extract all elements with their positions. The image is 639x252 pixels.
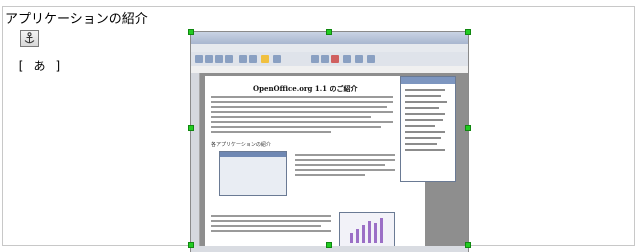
resize-handle-middle-left[interactable] — [188, 125, 194, 131]
screenshot-thumbnail-chart — [339, 212, 395, 248]
section-heading: アプリケーションの紹介 — [5, 12, 148, 27]
embedded-screenshot-image[interactable]: OpenOffice.org 1.1 のご紹介 各アプリケーションの紹介 — [191, 32, 468, 252]
screenshot-left-toolbar — [191, 73, 200, 252]
resize-handle-top-right[interactable] — [465, 29, 471, 35]
anchor-glyph-icon — [24, 32, 35, 44]
screenshot-thumbnail-writer — [219, 151, 287, 196]
resize-handle-top-center[interactable] — [326, 29, 332, 35]
screenshot-toolbar — [191, 52, 468, 67]
resize-handle-middle-right[interactable] — [465, 125, 471, 131]
screenshot-section-label: 各アプリケーションの紹介 — [211, 142, 271, 148]
resize-handle-top-left[interactable] — [188, 29, 194, 35]
screenshot-stylist-panel — [400, 76, 456, 182]
resize-handle-bottom-center[interactable] — [326, 242, 332, 248]
anchor-icon[interactable] — [20, 30, 39, 47]
resize-handle-bottom-left[interactable] — [188, 242, 194, 248]
screenshot-doc-title: OpenOffice.org 1.1 のご紹介 — [253, 84, 358, 93]
ime-mode-indicator: [ あ ] — [17, 59, 63, 73]
resize-handle-bottom-right[interactable] — [465, 242, 471, 248]
